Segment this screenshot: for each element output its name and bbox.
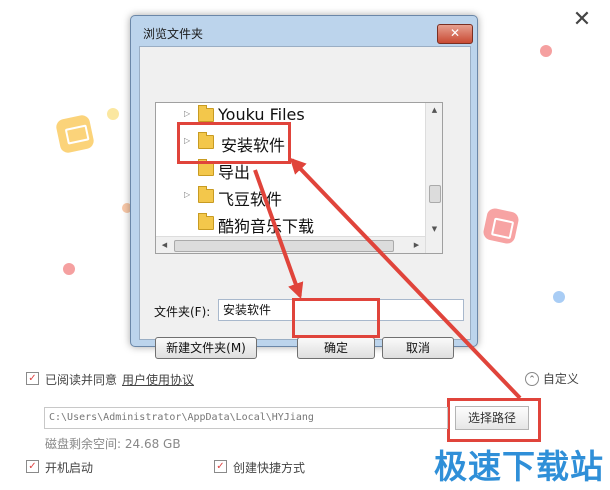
annotation-arrow — [253, 169, 304, 300]
startup-label: 开机启动 — [45, 461, 94, 475]
custom-label: 自定义 — [542, 372, 579, 386]
install-path-input[interactable]: C:\Users\Administrator\AppData\Local\HYJ… — [44, 407, 448, 429]
chevron-up-icon: ⌃ — [525, 371, 539, 386]
shortcut-label: 创建快捷方式 — [233, 461, 306, 475]
annotation-arrow — [289, 157, 522, 400]
disk-space-text: 磁盘剩余空间: 24.68 GB — [45, 437, 181, 451]
agree-checkbox[interactable]: ✓ — [26, 372, 39, 385]
custom-toggle[interactable]: ⌃ 自定义 — [525, 370, 579, 387]
choose-path-button[interactable]: 选择路径 — [455, 406, 529, 430]
agree-text: 已阅读并同意 — [45, 373, 118, 387]
user-agreement-link[interactable]: 用户使用协议 — [122, 371, 194, 388]
shortcut-checkbox[interactable]: ✓ — [214, 460, 227, 473]
startup-checkbox[interactable]: ✓ — [26, 460, 39, 473]
watermark-logo: 极速下载站 — [434, 447, 604, 486]
